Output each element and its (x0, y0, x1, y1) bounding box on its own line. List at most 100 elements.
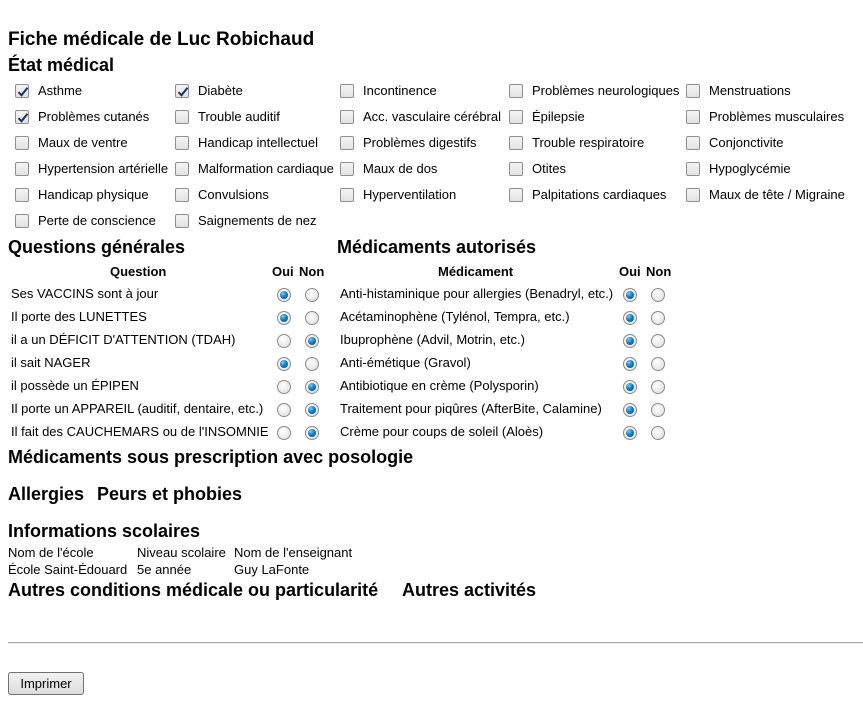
condition-checkbox[interactable] (686, 110, 700, 124)
condition-checkbox[interactable] (175, 214, 189, 228)
radio-oui[interactable] (623, 334, 637, 348)
condition-label: Menstruations (709, 83, 791, 98)
condition-label: Hyperventilation (363, 187, 457, 202)
page-title: Fiche médicale de Luc Robichaud (8, 29, 315, 50)
condition-label: Malformation cardiaque (198, 161, 334, 176)
table-row-label: Antibiotique en crème (Polysporin) (340, 378, 539, 393)
condition-checkbox[interactable] (340, 188, 354, 202)
checkmark-icon (17, 113, 29, 123)
condition-checkbox[interactable] (340, 162, 354, 176)
condition-checkbox[interactable] (175, 136, 189, 150)
condition-checkbox[interactable] (340, 110, 354, 124)
autres-conditions-heading: Autres conditions médicale ou particular… (8, 580, 379, 600)
condition-checkbox[interactable] (509, 188, 523, 202)
radio-non[interactable] (651, 288, 665, 302)
radio-oui[interactable] (277, 311, 291, 325)
questions-col-non: Non (299, 264, 325, 279)
radio-oui[interactable] (623, 403, 637, 417)
condition-checkbox[interactable] (686, 188, 700, 202)
condition-label: Perte de conscience (38, 213, 156, 228)
scolaire-value-enseignant: Guy LaFonte (234, 562, 310, 577)
condition-label: Saignements de nez (198, 213, 317, 228)
condition-checkbox[interactable] (340, 136, 354, 150)
condition-label: Conjonctivite (709, 135, 784, 150)
radio-oui[interactable] (277, 334, 291, 348)
condition-checkbox[interactable] (175, 110, 189, 124)
radio-non[interactable] (651, 311, 665, 325)
radio-non[interactable] (651, 403, 665, 417)
condition-label: Palpitations cardiaques (532, 187, 667, 202)
radio-non[interactable] (651, 357, 665, 371)
condition-checkbox[interactable] (509, 136, 523, 150)
peurs-heading: Peurs et phobies (97, 484, 243, 504)
condition-label: Acc. vasculaire cérébral (363, 109, 501, 124)
radio-non[interactable] (651, 334, 665, 348)
radio-non[interactable] (305, 311, 319, 325)
condition-label: Épilepsie (532, 109, 585, 124)
condition-checkbox[interactable] (15, 162, 29, 176)
radio-oui[interactable] (623, 380, 637, 394)
condition-checkbox[interactable] (175, 84, 189, 98)
radio-oui[interactable] (623, 357, 637, 371)
divider (8, 642, 863, 644)
allergies-heading: Allergies (8, 484, 85, 504)
condition-checkbox[interactable] (509, 162, 523, 176)
radio-non[interactable] (651, 380, 665, 394)
condition-label: Trouble respiratoire (532, 135, 645, 150)
table-row-label: Il porte des LUNETTES (11, 309, 147, 324)
scolaire-value-ecole: École Saint-Édouard (8, 562, 128, 577)
radio-oui[interactable] (623, 311, 637, 325)
condition-checkbox[interactable] (686, 162, 700, 176)
scolaire-heading: Informations scolaires (8, 521, 201, 541)
condition-checkbox[interactable] (15, 110, 29, 124)
etat-medical-heading: État médical (8, 55, 115, 75)
radio-oui[interactable] (623, 426, 637, 440)
checkmark-icon (17, 87, 29, 97)
table-row-label: Il porte un APPAREIL (auditif, dentaire,… (11, 401, 264, 416)
condition-checkbox[interactable] (15, 188, 29, 202)
radio-non[interactable] (305, 403, 319, 417)
radio-oui[interactable] (277, 288, 291, 302)
table-row-label: Acétaminophène (Tylénol, Tempra, etc.) (340, 309, 570, 324)
radio-non[interactable] (305, 357, 319, 371)
radio-oui[interactable] (623, 288, 637, 302)
print-button[interactable]: Imprimer (8, 672, 84, 695)
condition-label: Asthme (38, 83, 83, 98)
radio-non[interactable] (305, 334, 319, 348)
condition-checkbox[interactable] (686, 136, 700, 150)
condition-label: Maux de tête / Migraine (709, 187, 845, 202)
questions-heading: Questions générales (8, 237, 186, 257)
condition-label: Incontinence (363, 83, 437, 98)
condition-label: Handicap physique (38, 187, 149, 202)
condition-checkbox[interactable] (686, 84, 700, 98)
medicaments-col-oui: Oui (619, 264, 641, 279)
condition-label: Problèmes cutanés (38, 109, 150, 124)
table-row-label: Il fait des CAUCHEMARS ou de l'INSOMNIE (11, 424, 269, 439)
table-row-label: Anti-histaminique pour allergies (Benadr… (340, 286, 614, 301)
radio-non[interactable] (305, 426, 319, 440)
radio-oui[interactable] (277, 380, 291, 394)
condition-checkbox[interactable] (340, 84, 354, 98)
condition-label: Diabète (198, 83, 243, 98)
radio-non[interactable] (305, 288, 319, 302)
condition-checkbox[interactable] (175, 188, 189, 202)
condition-checkbox[interactable] (509, 110, 523, 124)
checkmark-icon (177, 87, 189, 97)
condition-checkbox[interactable] (15, 84, 29, 98)
scolaire-value-niveau: 5e année (137, 562, 192, 577)
condition-checkbox[interactable] (15, 214, 29, 228)
condition-checkbox[interactable] (175, 162, 189, 176)
table-row-label: Crème pour coups de soleil (Aloès) (340, 424, 544, 439)
radio-oui[interactable] (277, 357, 291, 371)
condition-label: Hypertension artérielle (38, 161, 169, 176)
radio-oui[interactable] (277, 403, 291, 417)
radio-non[interactable] (305, 380, 319, 394)
radio-oui[interactable] (277, 426, 291, 440)
radio-non[interactable] (651, 426, 665, 440)
condition-label: Maux de ventre (38, 135, 128, 150)
condition-label: Hypoglycémie (709, 161, 791, 176)
condition-checkbox[interactable] (509, 84, 523, 98)
condition-label: Convulsions (198, 187, 269, 202)
scolaire-header-niveau: Niveau scolaire (137, 545, 226, 560)
condition-checkbox[interactable] (15, 136, 29, 150)
